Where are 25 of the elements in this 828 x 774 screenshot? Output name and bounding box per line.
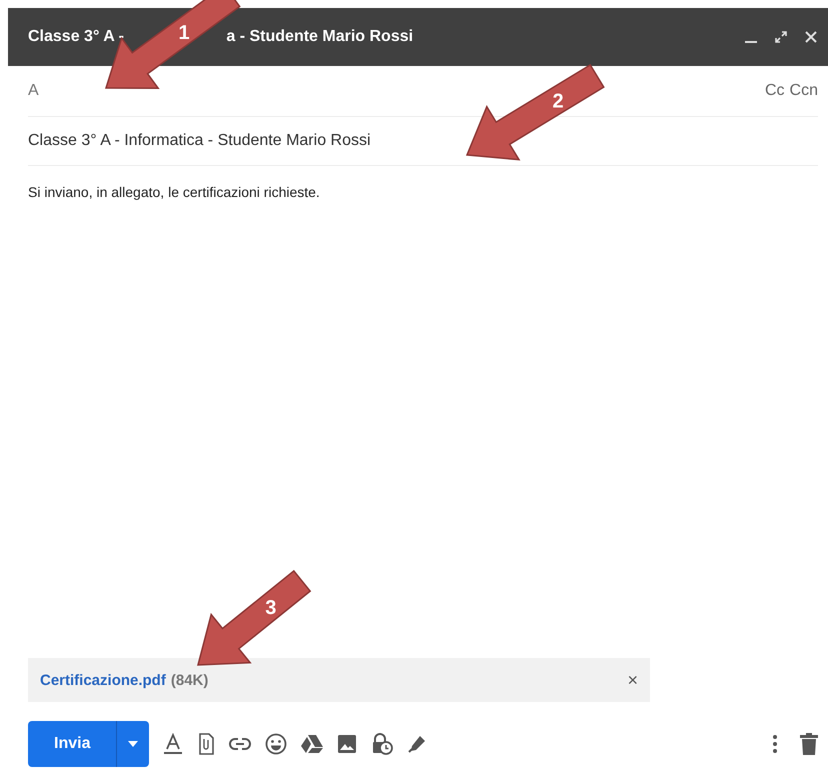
image-icon[interactable] [337, 734, 358, 754]
attachment-icon[interactable] [197, 733, 216, 755]
cc-link[interactable]: Ccn [790, 82, 818, 100]
cc-link[interactable]: Cc [764, 82, 785, 100]
window-title: a - Studente Mario Rossi [226, 28, 414, 46]
attachment-size: (84K) [170, 672, 208, 688]
more-options-icon[interactable] [772, 734, 778, 754]
remove-attachment-button[interactable]: × [627, 670, 638, 690]
expand-icon[interactable] [774, 30, 788, 44]
attachment-chip[interactable]: Certificazione.pdf (84K) × [28, 658, 650, 702]
callout-number: 1 [178, 22, 190, 44]
message-body: Si inviano, in allegato, le certificazioni richieste. [28, 184, 321, 200]
trash-icon[interactable] [800, 733, 818, 755]
confidential-mode-icon[interactable] [371, 733, 394, 755]
callout-number: 2 [552, 90, 564, 113]
close-icon[interactable] [804, 30, 818, 44]
emoji-icon[interactable] [265, 733, 288, 755]
text-format-icon[interactable] [163, 733, 184, 755]
recipients-label: A [28, 82, 39, 100]
pen-icon[interactable] [407, 734, 428, 754]
attachment-name[interactable]: Certificazione.pdf [40, 672, 166, 688]
drive-icon[interactable] [301, 734, 324, 754]
caret-icon [128, 741, 138, 747]
callout-number: 3 [265, 597, 276, 620]
link-icon[interactable] [229, 737, 252, 751]
